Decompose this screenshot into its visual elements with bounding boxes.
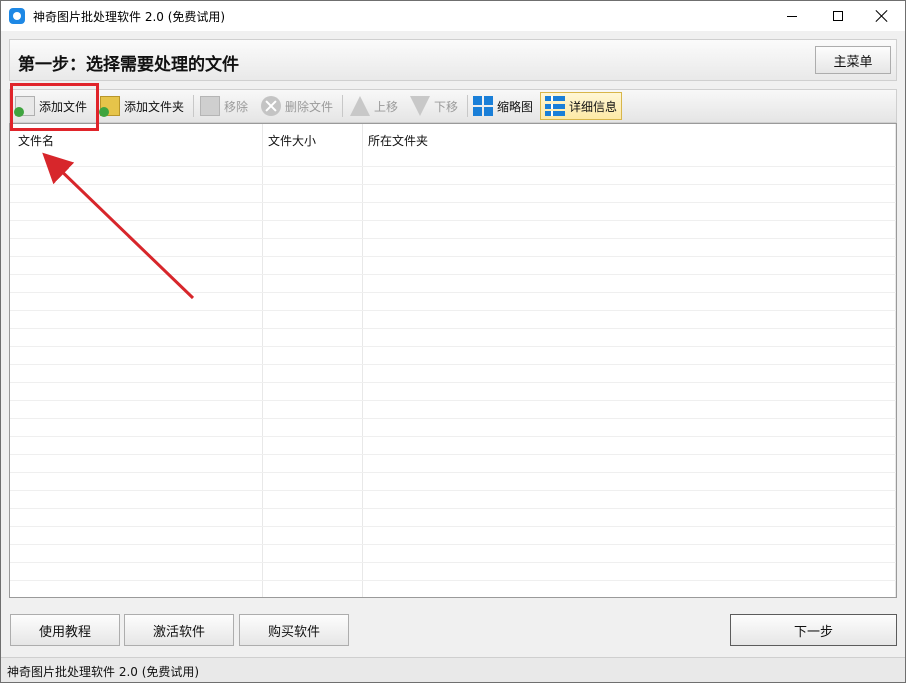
row-divider xyxy=(10,202,896,203)
window-title: 神奇图片批处理软件 2.0 (免费试用) xyxy=(33,10,226,24)
delete-file-button[interactable]: 删除文件 xyxy=(261,92,333,120)
file-list[interactable]: 文件名 文件大小 所在文件夹 xyxy=(9,123,897,598)
row-divider xyxy=(10,184,896,185)
row-divider xyxy=(10,220,896,221)
add-folder-icon xyxy=(99,96,120,117)
tutorial-button[interactable]: 使用教程 xyxy=(10,614,120,646)
main-menu-button[interactable]: 主菜单 xyxy=(815,46,891,74)
thumbnail-view-button[interactable]: 缩略图 xyxy=(473,92,533,120)
toolbar: 添加文件 添加文件夹 移除 删除文件 上移 下移 缩略图 详细信息 xyxy=(9,89,897,123)
step-title: 第一步：选择需要处理的文件 xyxy=(18,55,239,75)
move-down-button[interactable]: 下移 xyxy=(410,92,458,120)
grid-icon xyxy=(473,96,493,116)
toolbar-separator xyxy=(467,95,468,117)
remove-icon xyxy=(200,96,220,116)
row-divider xyxy=(10,526,896,527)
buy-button[interactable]: 购买软件 xyxy=(239,614,349,646)
remove-label: 移除 xyxy=(224,99,249,114)
row-divider xyxy=(10,472,896,473)
list-header: 文件名 文件大小 所在文件夹 xyxy=(10,124,896,154)
next-step-button[interactable]: 下一步 xyxy=(730,614,897,646)
arrow-up-icon xyxy=(350,96,370,116)
app-window: 神奇图片批处理软件 2.0 (免费试用) 第一步：选择需要处理的文件 主菜单 添… xyxy=(0,0,906,683)
row-divider xyxy=(10,256,896,257)
maximize-button[interactable] xyxy=(815,1,861,31)
column-header-filename[interactable]: 文件名 xyxy=(18,132,54,149)
remove-button[interactable]: 移除 xyxy=(200,92,248,120)
row-divider xyxy=(10,562,896,563)
row-divider xyxy=(10,382,896,383)
maximize-icon xyxy=(833,11,843,21)
row-divider xyxy=(10,346,896,347)
row-divider xyxy=(10,364,896,365)
row-divider xyxy=(10,490,896,491)
detail-label: 详细信息 xyxy=(569,99,618,114)
status-text: 神奇图片批处理软件 2.0 (免费试用) xyxy=(7,665,200,679)
thumbnail-label: 缩略图 xyxy=(497,99,534,114)
move-down-label: 下移 xyxy=(434,99,459,114)
toolbar-separator xyxy=(193,95,194,117)
minimize-button[interactable] xyxy=(769,1,815,31)
delete-icon xyxy=(261,96,281,116)
row-divider xyxy=(10,292,896,293)
detail-view-button[interactable]: 详细信息 xyxy=(540,92,623,120)
app-icon xyxy=(9,8,25,24)
move-up-button[interactable]: 上移 xyxy=(350,92,398,120)
close-button[interactable] xyxy=(859,1,905,31)
row-divider xyxy=(10,436,896,437)
arrow-down-icon xyxy=(410,96,430,116)
row-divider xyxy=(10,580,896,581)
close-icon xyxy=(876,10,888,22)
row-divider xyxy=(10,418,896,419)
row-divider xyxy=(10,310,896,311)
row-divider xyxy=(10,454,896,455)
minimize-icon xyxy=(787,15,797,17)
row-divider xyxy=(10,166,896,167)
title-bar: 神奇图片批处理软件 2.0 (免费试用) xyxy=(1,1,905,31)
activate-button[interactable]: 激活软件 xyxy=(124,614,234,646)
row-divider xyxy=(10,238,896,239)
toolbar-separator xyxy=(342,95,343,117)
highlight-frame xyxy=(10,83,99,131)
column-header-filesize[interactable]: 文件大小 xyxy=(268,132,316,149)
row-divider xyxy=(10,274,896,275)
status-bar: 神奇图片批处理软件 2.0 (免费试用) xyxy=(1,657,905,682)
step-header: 第一步：选择需要处理的文件 主菜单 xyxy=(9,39,897,81)
list-icon xyxy=(545,96,565,116)
move-up-label: 上移 xyxy=(374,99,399,114)
column-header-folder[interactable]: 所在文件夹 xyxy=(368,132,428,149)
row-divider xyxy=(10,508,896,509)
add-folder-button[interactable]: 添加文件夹 xyxy=(99,92,185,120)
row-divider xyxy=(10,328,896,329)
delete-file-label: 删除文件 xyxy=(285,99,334,114)
add-folder-label: 添加文件夹 xyxy=(124,99,185,114)
row-divider xyxy=(10,544,896,545)
row-divider xyxy=(10,400,896,401)
